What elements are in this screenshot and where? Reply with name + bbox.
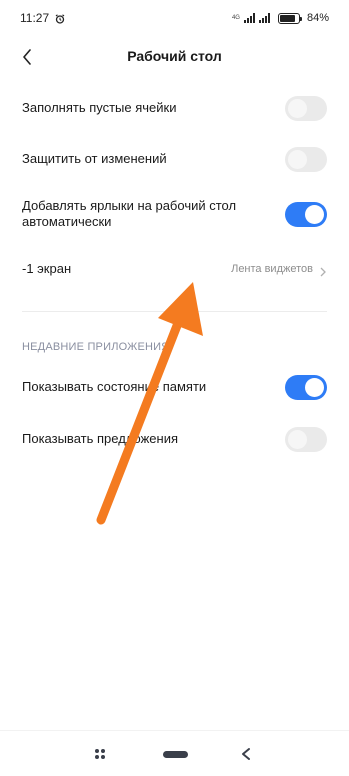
network-type: 4G — [231, 15, 240, 21]
battery-icon — [277, 12, 302, 24]
setting-label: Показывать состояние памяти — [22, 379, 207, 394]
battery-percent: 84% — [306, 12, 329, 24]
divider — [22, 311, 327, 312]
setting-row-show-memory[interactable]: Показывать состояние памяти — [0, 372, 349, 402]
setting-label: Добавлять ярлыки на рабочий стол автомат… — [22, 198, 237, 229]
minus-one-screen-label: -1 экран — [22, 261, 72, 276]
setting-row-minus-one-screen[interactable]: -1 экран Лента виджетов — [0, 254, 349, 284]
setting-row-add-shortcuts[interactable]: Добавлять ярлыки на рабочий стол автомат… — [0, 194, 349, 234]
setting-label: Заполнять пустые ячейки — [22, 100, 177, 115]
chevron-right-icon — [319, 264, 327, 277]
setting-row-protect-layout[interactable]: Защитить от изменений — [0, 143, 349, 175]
screen: 11:27 4G 84% Рабочий стол Заполнять пуст… — [0, 0, 349, 776]
section-header-recent-apps: НЕДАВНИЕ ПРИЛОЖЕНИЯ — [22, 341, 170, 353]
setting-row-show-suggestions[interactable]: Показывать предложения — [0, 424, 349, 454]
alarm-icon — [55, 13, 65, 24]
add-shortcuts-toggle[interactable] — [285, 201, 327, 227]
protect-layout-toggle[interactable] — [285, 146, 327, 172]
status-bar: 11:27 4G 84% — [0, 0, 349, 36]
page-title: Рабочий стол — [127, 48, 222, 64]
header: Рабочий стол — [0, 36, 349, 76]
nav-back-icon[interactable] — [240, 747, 252, 761]
show-memory-toggle[interactable] — [285, 374, 327, 400]
status-time: 11:27 — [20, 11, 50, 25]
recent-apps-icon[interactable] — [93, 747, 107, 761]
minus-one-screen-value: Лента виджетов — [231, 263, 313, 275]
home-icon[interactable] — [163, 751, 188, 758]
show-suggestions-toggle[interactable] — [285, 426, 327, 452]
status-right: 4G 84% — [232, 12, 329, 24]
navigation-bar — [0, 730, 349, 776]
setting-label: Показывать предложения — [22, 431, 178, 446]
setting-row-fill-empty-cells[interactable]: Заполнять пустые ячейки — [0, 92, 349, 124]
signal-icon — [243, 13, 255, 23]
setting-label: Защитить от изменений — [22, 151, 167, 166]
signal-icon-2 — [258, 13, 270, 23]
fill-empty-cells-toggle[interactable] — [285, 95, 327, 121]
